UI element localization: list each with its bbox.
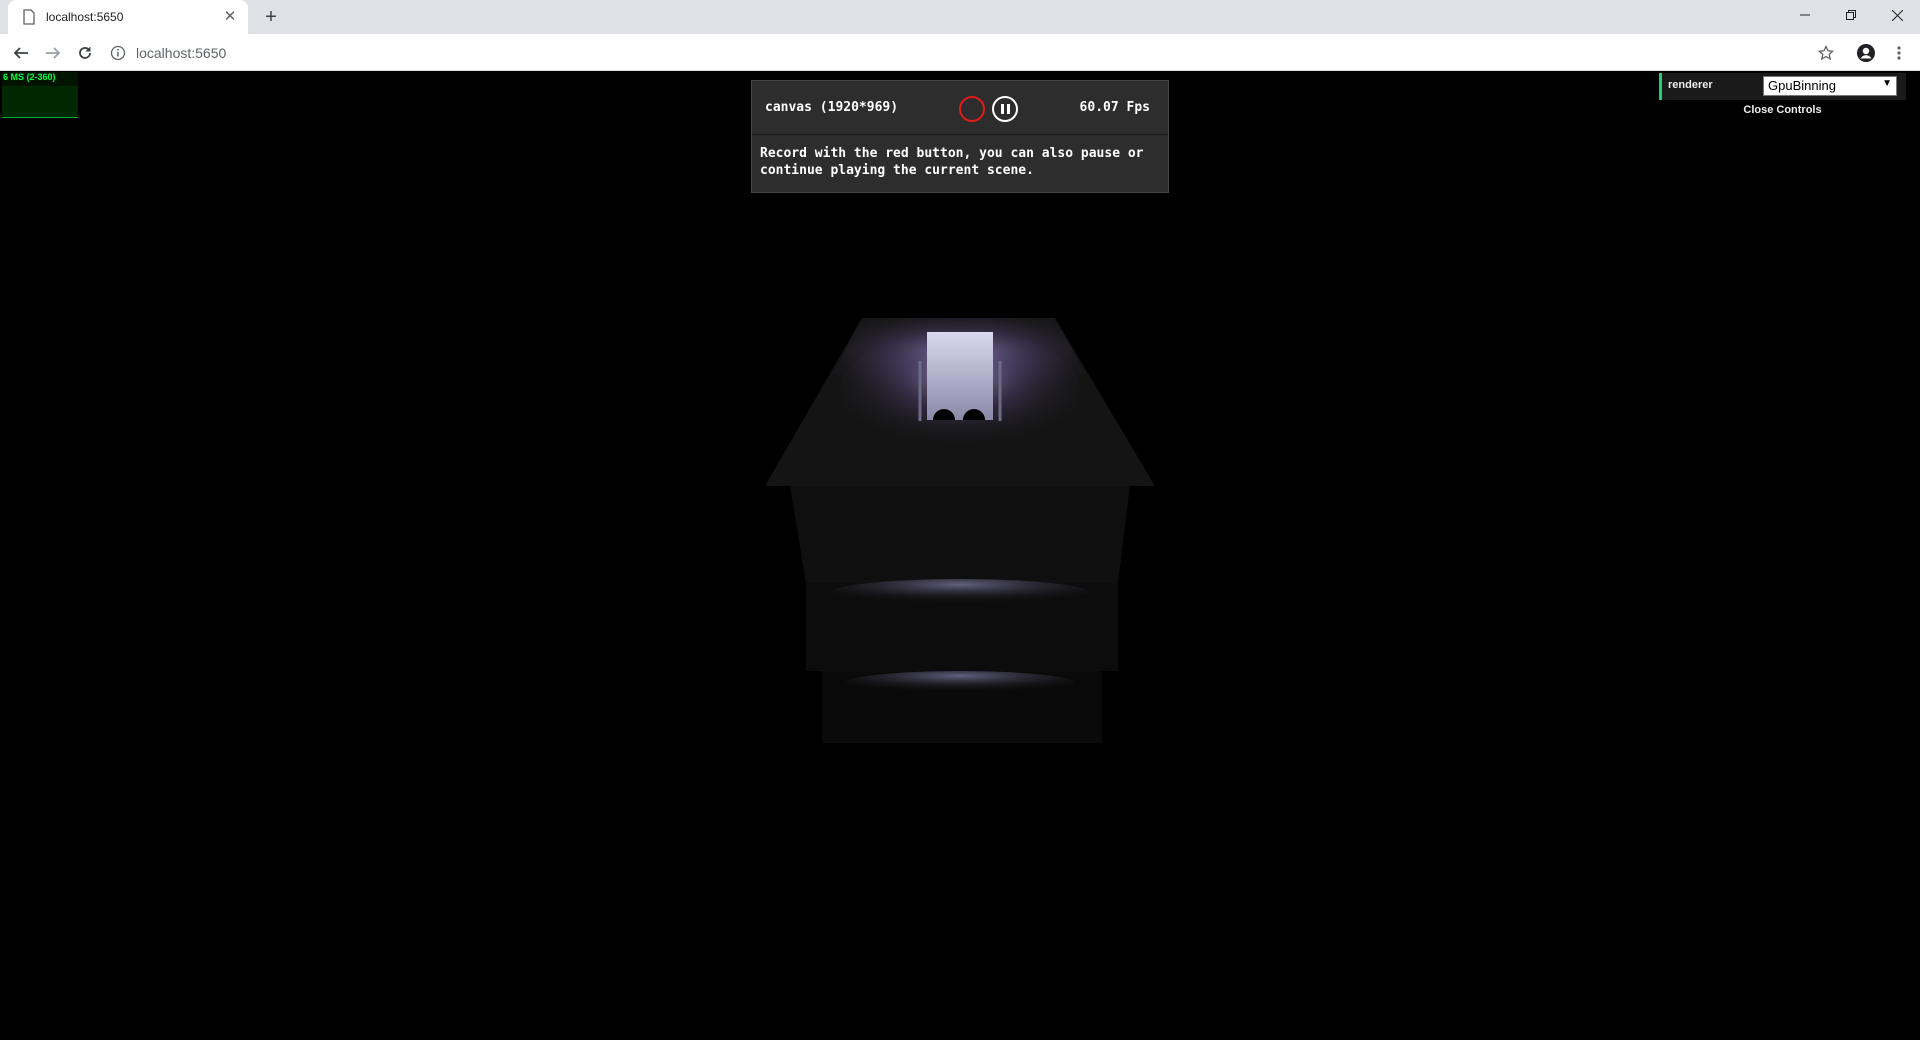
webgl-scene — [765, 318, 1155, 743]
controls-panel: renderer GpuBinning ▼ — [1659, 73, 1906, 100]
stats-panel[interactable]: 6 MS (2-360) — [2, 72, 78, 118]
info-icon[interactable] — [110, 45, 126, 61]
browser-toolbar: localhost:5650 — [0, 34, 1920, 71]
minimize-icon[interactable] — [1782, 0, 1828, 30]
fps-readout: 60.07 Fps — [1079, 100, 1150, 115]
stats-label: 6 MS (2-360) — [3, 72, 56, 82]
new-tab-icon[interactable]: + — [260, 6, 282, 28]
stats-graph — [2, 86, 78, 118]
render-viewport[interactable]: 6 MS (2-360) canvas (1920*969) 60.07 Fps… — [0, 71, 1920, 1040]
address-bar[interactable]: localhost:5650 — [110, 38, 1824, 67]
recorder-panel: canvas (1920*969) 60.07 Fps Record with … — [751, 80, 1169, 193]
renderer-select[interactable]: GpuBinning ▼ — [1763, 76, 1897, 96]
renderer-select-value: GpuBinning — [1768, 78, 1836, 93]
close-controls-button[interactable]: Close Controls — [1659, 100, 1906, 120]
close-tab-icon[interactable]: ✕ — [222, 9, 238, 25]
reload-icon[interactable] — [72, 40, 98, 66]
page-icon — [23, 9, 35, 25]
tab-title: localhost:5650 — [46, 10, 124, 24]
url-text: localhost:5650 — [136, 44, 227, 61]
recorder-help-text: Record with the red button, you can also… — [760, 146, 1144, 178]
pause-button[interactable] — [992, 96, 1018, 122]
menu-kebab-icon[interactable] — [1886, 40, 1912, 66]
tab-strip: localhost:5650 ✕ + — [0, 0, 1920, 34]
back-icon[interactable] — [8, 40, 34, 66]
forward-icon[interactable] — [40, 40, 66, 66]
recorder-header: canvas (1920*969) 60.07 Fps — [752, 81, 1168, 135]
profile-avatar[interactable] — [1853, 40, 1879, 66]
chevron-down-icon: ▼ — [1882, 78, 1892, 89]
browser-tab[interactable]: localhost:5650 ✕ — [8, 0, 248, 34]
record-button[interactable] — [959, 96, 985, 122]
renderer-label: renderer — [1668, 79, 1713, 91]
bookmark-star-icon[interactable] — [1813, 40, 1839, 66]
restore-icon[interactable] — [1828, 0, 1874, 30]
window-controls — [1782, 0, 1920, 30]
canvas-size-label: canvas (1920*969) — [765, 100, 899, 115]
close-window-icon[interactable] — [1874, 0, 1920, 30]
